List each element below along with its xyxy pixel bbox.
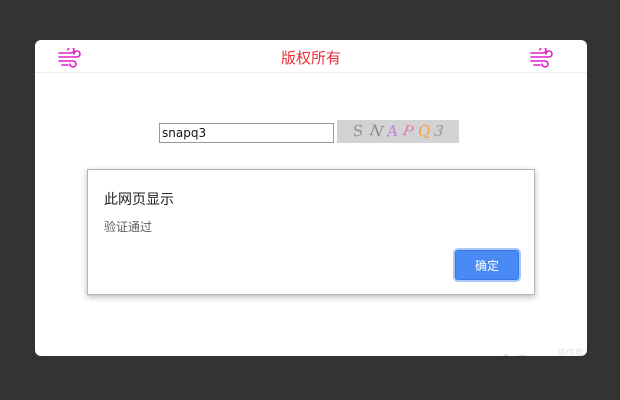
alert-dialog: 此网页显示 验证通过 确定 — [87, 169, 535, 295]
page-title: 版权所有 — [280, 49, 341, 67]
ok-button[interactable]: 确定 — [455, 250, 519, 280]
captcha-input[interactable] — [159, 123, 334, 143]
captcha-char: S — [351, 121, 365, 141]
dialog-title: 此网页显示 — [104, 192, 174, 208]
watermark-subtext: 插件库 — [557, 347, 584, 356]
captcha-char: A — [386, 121, 399, 141]
card-header: 版权所有 — [35, 40, 587, 73]
wind-icon — [530, 48, 553, 68]
captcha-image[interactable]: S N A P Q 3 — [337, 120, 459, 143]
captcha-char: 3 — [433, 121, 445, 141]
dialog-message: 验证通过 — [104, 220, 153, 234]
captcha-char: N — [368, 120, 385, 142]
jquery-watermark: jQuery 插件库 — [497, 347, 587, 356]
captcha-char: Q — [417, 121, 432, 141]
captcha-char: P — [401, 121, 415, 141]
